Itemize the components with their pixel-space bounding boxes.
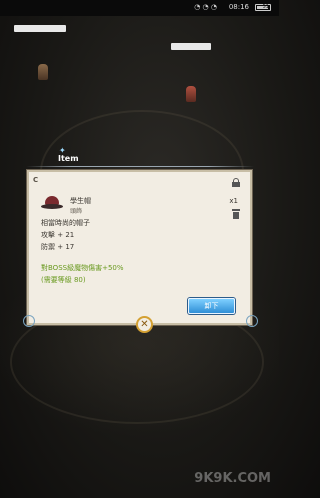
- status-bar: ◔ ◔ ◔ 08:16 51: [0, 0, 279, 16]
- level-requirement: (需要等級 80): [41, 276, 86, 284]
- corner-letter: C: [33, 176, 39, 184]
- hat-icon: [41, 196, 63, 210]
- title-divider: [26, 166, 254, 167]
- dialog-title: Item: [58, 154, 79, 163]
- bonus-effect: 對BOSS級魔物傷害+50%: [41, 264, 124, 272]
- stat-defense: 防禦 + 17: [41, 243, 75, 251]
- player-character[interactable]: [38, 64, 48, 80]
- watermark: 9K9K.COM: [194, 471, 271, 486]
- player-nameplate: [171, 43, 211, 50]
- stat-attack: 攻擊 + 21: [41, 231, 75, 239]
- close-button[interactable]: ✕: [136, 316, 153, 333]
- item-count: x1: [229, 197, 238, 205]
- item-description: 相當時尚的帽子: [41, 219, 90, 227]
- item-dialog: C 學生帽 頭飾 x1 相當時尚的帽子 攻擊 + 21 防禦 + 17 對BOS…: [27, 170, 252, 325]
- clock: 08:16: [228, 3, 249, 11]
- battery-level: 51: [262, 4, 269, 10]
- item-type: 頭飾: [70, 208, 83, 215]
- lock-icon[interactable]: [232, 178, 240, 187]
- unequip-button[interactable]: 卸下: [188, 298, 235, 314]
- item-name: 學生帽: [70, 197, 91, 205]
- dialog-ornament: [23, 315, 35, 327]
- dialog-ornament: [246, 315, 258, 327]
- trash-icon[interactable]: [232, 209, 240, 219]
- player-nameplate: [14, 25, 66, 32]
- signal-icons: ◔ ◔ ◔: [194, 3, 217, 11]
- item-header: ✦ Item: [0, 146, 279, 170]
- player-character[interactable]: [186, 86, 196, 102]
